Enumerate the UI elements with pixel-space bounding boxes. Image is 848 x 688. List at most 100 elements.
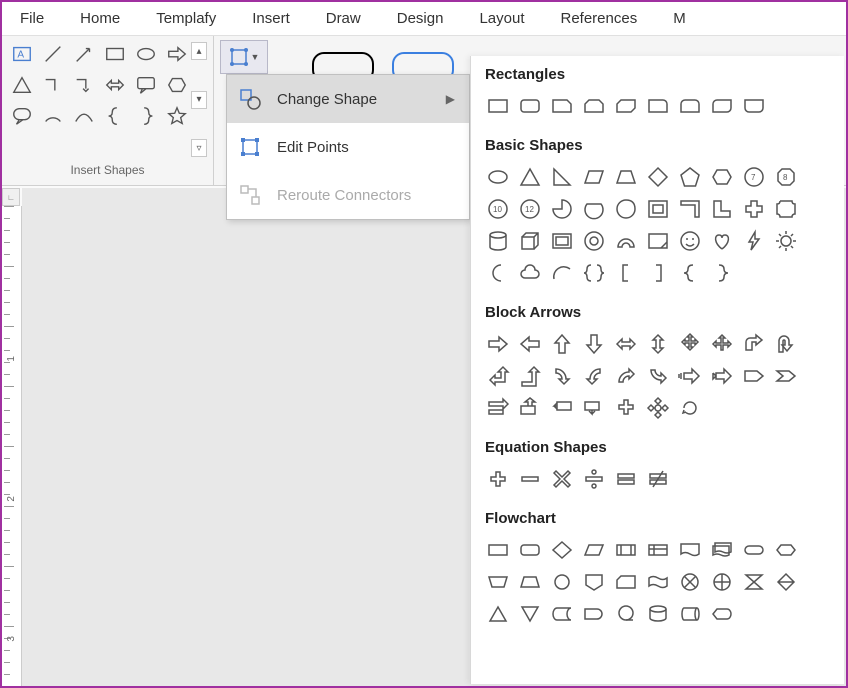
shape-arrow-down-icon[interactable] [581,331,607,357]
shape-arrow-quad-icon[interactable] [677,331,703,357]
insert-rect-icon[interactable] [101,40,129,68]
insert-elbow-arrow-icon[interactable] [70,71,98,99]
menu-references[interactable]: References [543,2,656,35]
shape-basic-block-arc-icon[interactable] [613,228,639,254]
shape-basic-parallelogram-icon[interactable] [581,164,607,190]
shape-basic-trapezoid-icon[interactable] [613,164,639,190]
shape-basic-teardrop-icon[interactable] [613,196,639,222]
shape-basic-heptagon-icon[interactable]: 7 [741,164,767,190]
shape-eq-multiply-icon[interactable] [549,466,575,492]
shape-arrow-leftright-icon[interactable] [613,331,639,357]
shape-arrow-striped-icon[interactable] [677,363,703,389]
shape-basic-rtriangle-icon[interactable] [549,164,575,190]
shape-flow-card-icon[interactable] [613,569,639,595]
shape-flow-extract-icon[interactable] [485,601,511,627]
shape-rect-roundsame-icon[interactable] [741,93,767,119]
shape-basic-can-icon[interactable] [485,228,511,254]
shape-flow-multidoc-icon[interactable] [709,537,735,563]
shape-flow-manualop-icon[interactable] [517,569,543,595]
shape-basic-arc2-icon[interactable] [549,260,575,286]
shape-arrow-uturn-icon[interactable] [773,331,799,357]
shape-rect-rounddiag-icon[interactable] [709,93,735,119]
shape-basic-pie-icon[interactable] [549,196,575,222]
insert-line-icon[interactable] [39,40,67,68]
shape-arrow-updown-icon[interactable] [645,331,671,357]
shape-basic-octagon-icon[interactable]: 8 [773,164,799,190]
scroll-down-button[interactable]: ▾ [191,91,207,109]
shape-basic-dodecagon-icon[interactable]: 12 [517,196,543,222]
shape-arrow-rcallout-icon[interactable] [485,395,511,421]
shape-arrow-quad-callout-icon[interactable] [645,395,671,421]
shape-basic-decagon-icon[interactable]: 10 [485,196,511,222]
shape-arrow-curvedup-icon[interactable] [613,363,639,389]
shape-arrow-home-icon[interactable] [741,363,767,389]
shape-flow-decision-icon[interactable] [549,537,575,563]
insert-brace-right-icon[interactable] [132,102,160,130]
shape-flow-document-icon[interactable] [677,537,703,563]
menu-design[interactable]: Design [379,2,462,35]
insert-oval-icon[interactable] [132,40,160,68]
shape-flow-seqstore-icon[interactable] [613,601,639,627]
edit-shape-dropdown[interactable]: ▼ [220,40,268,74]
shape-arrow-chevron-icon[interactable] [773,363,799,389]
shape-basic-triangle-icon[interactable] [517,164,543,190]
shape-arrow-bentup-icon[interactable] [517,363,543,389]
insert-triangle-icon[interactable] [8,71,36,99]
shape-basic-lightning-icon[interactable] [741,228,767,254]
shape-rect-snip2-icon[interactable] [581,93,607,119]
shape-rect-snipdiag-icon[interactable] [613,93,639,119]
scroll-up-button[interactable]: ▴ [191,42,207,60]
edit-points-item[interactable]: Edit Points [227,123,469,171]
shape-arrow-3way-icon[interactable] [709,331,735,357]
shape-flow-sort-icon[interactable] [773,569,799,595]
shape-basic-cross-icon[interactable] [741,196,767,222]
insert-arrow-line-icon[interactable] [70,40,98,68]
change-shape-item[interactable]: Change Shape ▶ [227,75,469,123]
menu-insert[interactable]: Insert [234,2,308,35]
shape-arrow-cross-arrow-icon[interactable] [613,395,639,421]
shape-arrow-dcallout-icon[interactable] [517,395,543,421]
shape-flow-internal-icon[interactable] [645,537,671,563]
shape-arrow-curvedright-icon[interactable] [549,363,575,389]
shape-flow-directaccess-icon[interactable] [677,601,703,627]
shape-arrow-ucallout-icon[interactable] [581,395,607,421]
shape-flow-sumjunc-icon[interactable] [677,569,703,595]
shape-basic-heart-icon[interactable] [709,228,735,254]
shape-arrow-curveddown-icon[interactable] [645,363,671,389]
shape-eq-plus-icon[interactable] [485,466,511,492]
shape-basic-plaque-icon[interactable] [773,196,799,222]
shape-eq-notequal-icon[interactable] [645,466,671,492]
shape-flow-collate-icon[interactable] [741,569,767,595]
insert-callout-icon[interactable] [132,71,160,99]
shape-basic-chord-icon[interactable] [581,196,607,222]
shape-arrow-notched-icon[interactable] [709,363,735,389]
shape-basic-smiley-icon[interactable] [677,228,703,254]
shape-arrow-circ-arrow-icon[interactable] [677,395,703,421]
shape-basic-cube-icon[interactable] [517,228,543,254]
shape-flow-process-icon[interactable] [485,537,511,563]
shape-flow-offpage-icon[interactable] [581,569,607,595]
insert-hexagon-icon[interactable] [163,71,191,99]
shape-basic-folded-icon[interactable] [645,228,671,254]
shape-arrow-up-icon[interactable] [549,331,575,357]
shape-basic-lshape-icon[interactable] [709,196,735,222]
shape-arrow-bent-icon[interactable] [741,331,767,357]
insert-star-icon[interactable] [163,102,191,130]
menu-file[interactable]: File [2,2,62,35]
insert-speech-icon[interactable] [8,102,36,130]
shape-flow-magnetic-icon[interactable] [645,601,671,627]
shape-eq-divide-icon[interactable] [581,466,607,492]
shape-flow-manual-icon[interactable] [485,569,511,595]
shape-eq-minus-icon[interactable] [517,466,543,492]
shape-arrow-curvedleft-icon[interactable] [581,363,607,389]
menu-draw[interactable]: Draw [308,2,379,35]
insert-curve-icon[interactable] [70,102,98,130]
shape-rect-snip1-icon[interactable] [549,93,575,119]
shape-arrow-leftup-icon[interactable] [485,363,511,389]
shape-rect-rect-icon[interactable] [485,93,511,119]
shape-basic-rbracket-icon[interactable] [645,260,671,286]
shape-basic-pentagon-icon[interactable] [677,164,703,190]
menu-home[interactable]: Home [62,2,138,35]
shape-flow-data-icon[interactable] [581,537,607,563]
shape-flow-prep-icon[interactable] [773,537,799,563]
